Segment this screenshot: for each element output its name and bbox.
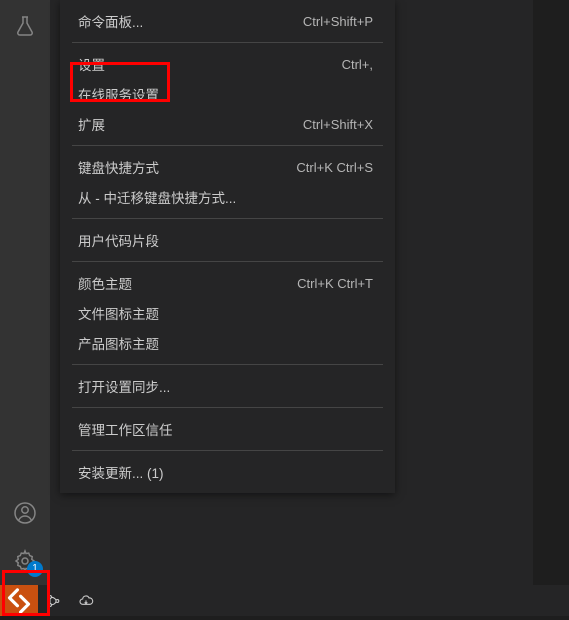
menu-item-label: 打开设置同步... xyxy=(78,376,170,396)
status-source-control[interactable] xyxy=(38,585,70,616)
menu-item-label: 在线服务设置 xyxy=(78,84,159,104)
settings-gear-icon[interactable]: 1 xyxy=(1,537,49,585)
menu-separator xyxy=(72,407,383,408)
settings-context-menu: 命令面板... Ctrl+Shift+P 设置 Ctrl+, 在线服务设置 扩展… xyxy=(60,0,395,493)
menu-item-color-theme[interactable]: 颜色主题 Ctrl+K Ctrl+T xyxy=(60,268,395,298)
menu-separator xyxy=(72,145,383,146)
menu-item-label: 扩展 xyxy=(78,114,105,134)
menu-item-command-palette[interactable]: 命令面板... Ctrl+Shift+P xyxy=(60,6,395,36)
menu-item-label: 设置 xyxy=(78,54,105,74)
menu-separator xyxy=(72,364,383,365)
menu-item-label: 安装更新... (1) xyxy=(78,462,164,482)
menu-item-migrate-shortcuts[interactable]: 从 - 中迁移键盘快捷方式... xyxy=(60,182,395,212)
menu-item-workspace-trust[interactable]: 管理工作区信任 xyxy=(60,414,395,444)
account-icon[interactable] xyxy=(1,489,49,537)
menu-item-label: 命令面板... xyxy=(78,11,143,31)
menu-item-settings[interactable]: 设置 Ctrl+, xyxy=(60,49,395,79)
menu-separator xyxy=(72,42,383,43)
editor-area-right xyxy=(533,0,569,585)
menu-item-label: 键盘快捷方式 xyxy=(78,157,159,177)
menu-item-user-snippets[interactable]: 用户代码片段 xyxy=(60,225,395,255)
settings-badge: 1 xyxy=(27,561,43,577)
menu-separator xyxy=(72,218,383,219)
menu-item-keyboard-shortcuts[interactable]: 键盘快捷方式 Ctrl+K Ctrl+S xyxy=(60,152,395,182)
flask-icon[interactable] xyxy=(1,2,49,50)
menu-item-label: 文件图标主题 xyxy=(78,303,159,323)
menu-item-label: 从 - 中迁移键盘快捷方式... xyxy=(78,187,236,207)
menu-separator xyxy=(72,261,383,262)
menu-item-label: 管理工作区信任 xyxy=(78,419,173,439)
menu-item-label: 产品图标主题 xyxy=(78,333,159,353)
menu-item-extensions[interactable]: 扩展 Ctrl+Shift+X xyxy=(60,109,395,139)
menu-item-shortcut: Ctrl+, xyxy=(342,57,373,72)
menu-item-shortcut: Ctrl+Shift+P xyxy=(303,14,373,29)
menu-item-online-services[interactable]: 在线服务设置 xyxy=(60,79,395,109)
status-cloud-sync[interactable] xyxy=(70,585,102,616)
menu-separator xyxy=(72,450,383,451)
menu-item-shortcut: Ctrl+K Ctrl+S xyxy=(296,160,373,175)
menu-item-shortcut: Ctrl+Shift+X xyxy=(303,117,373,132)
status-bar xyxy=(0,585,569,616)
menu-item-install-updates[interactable]: 安装更新... (1) xyxy=(60,457,395,487)
activity-bar: 1 xyxy=(0,0,50,585)
menu-item-settings-sync[interactable]: 打开设置同步... xyxy=(60,371,395,401)
menu-item-label: 用户代码片段 xyxy=(78,230,159,250)
menu-item-label: 颜色主题 xyxy=(78,273,132,293)
menu-item-shortcut: Ctrl+K Ctrl+T xyxy=(297,276,373,291)
menu-item-file-icon-theme[interactable]: 文件图标主题 xyxy=(60,298,395,328)
status-remote-button[interactable] xyxy=(0,585,38,616)
menu-item-product-icon-theme[interactable]: 产品图标主题 xyxy=(60,328,395,358)
